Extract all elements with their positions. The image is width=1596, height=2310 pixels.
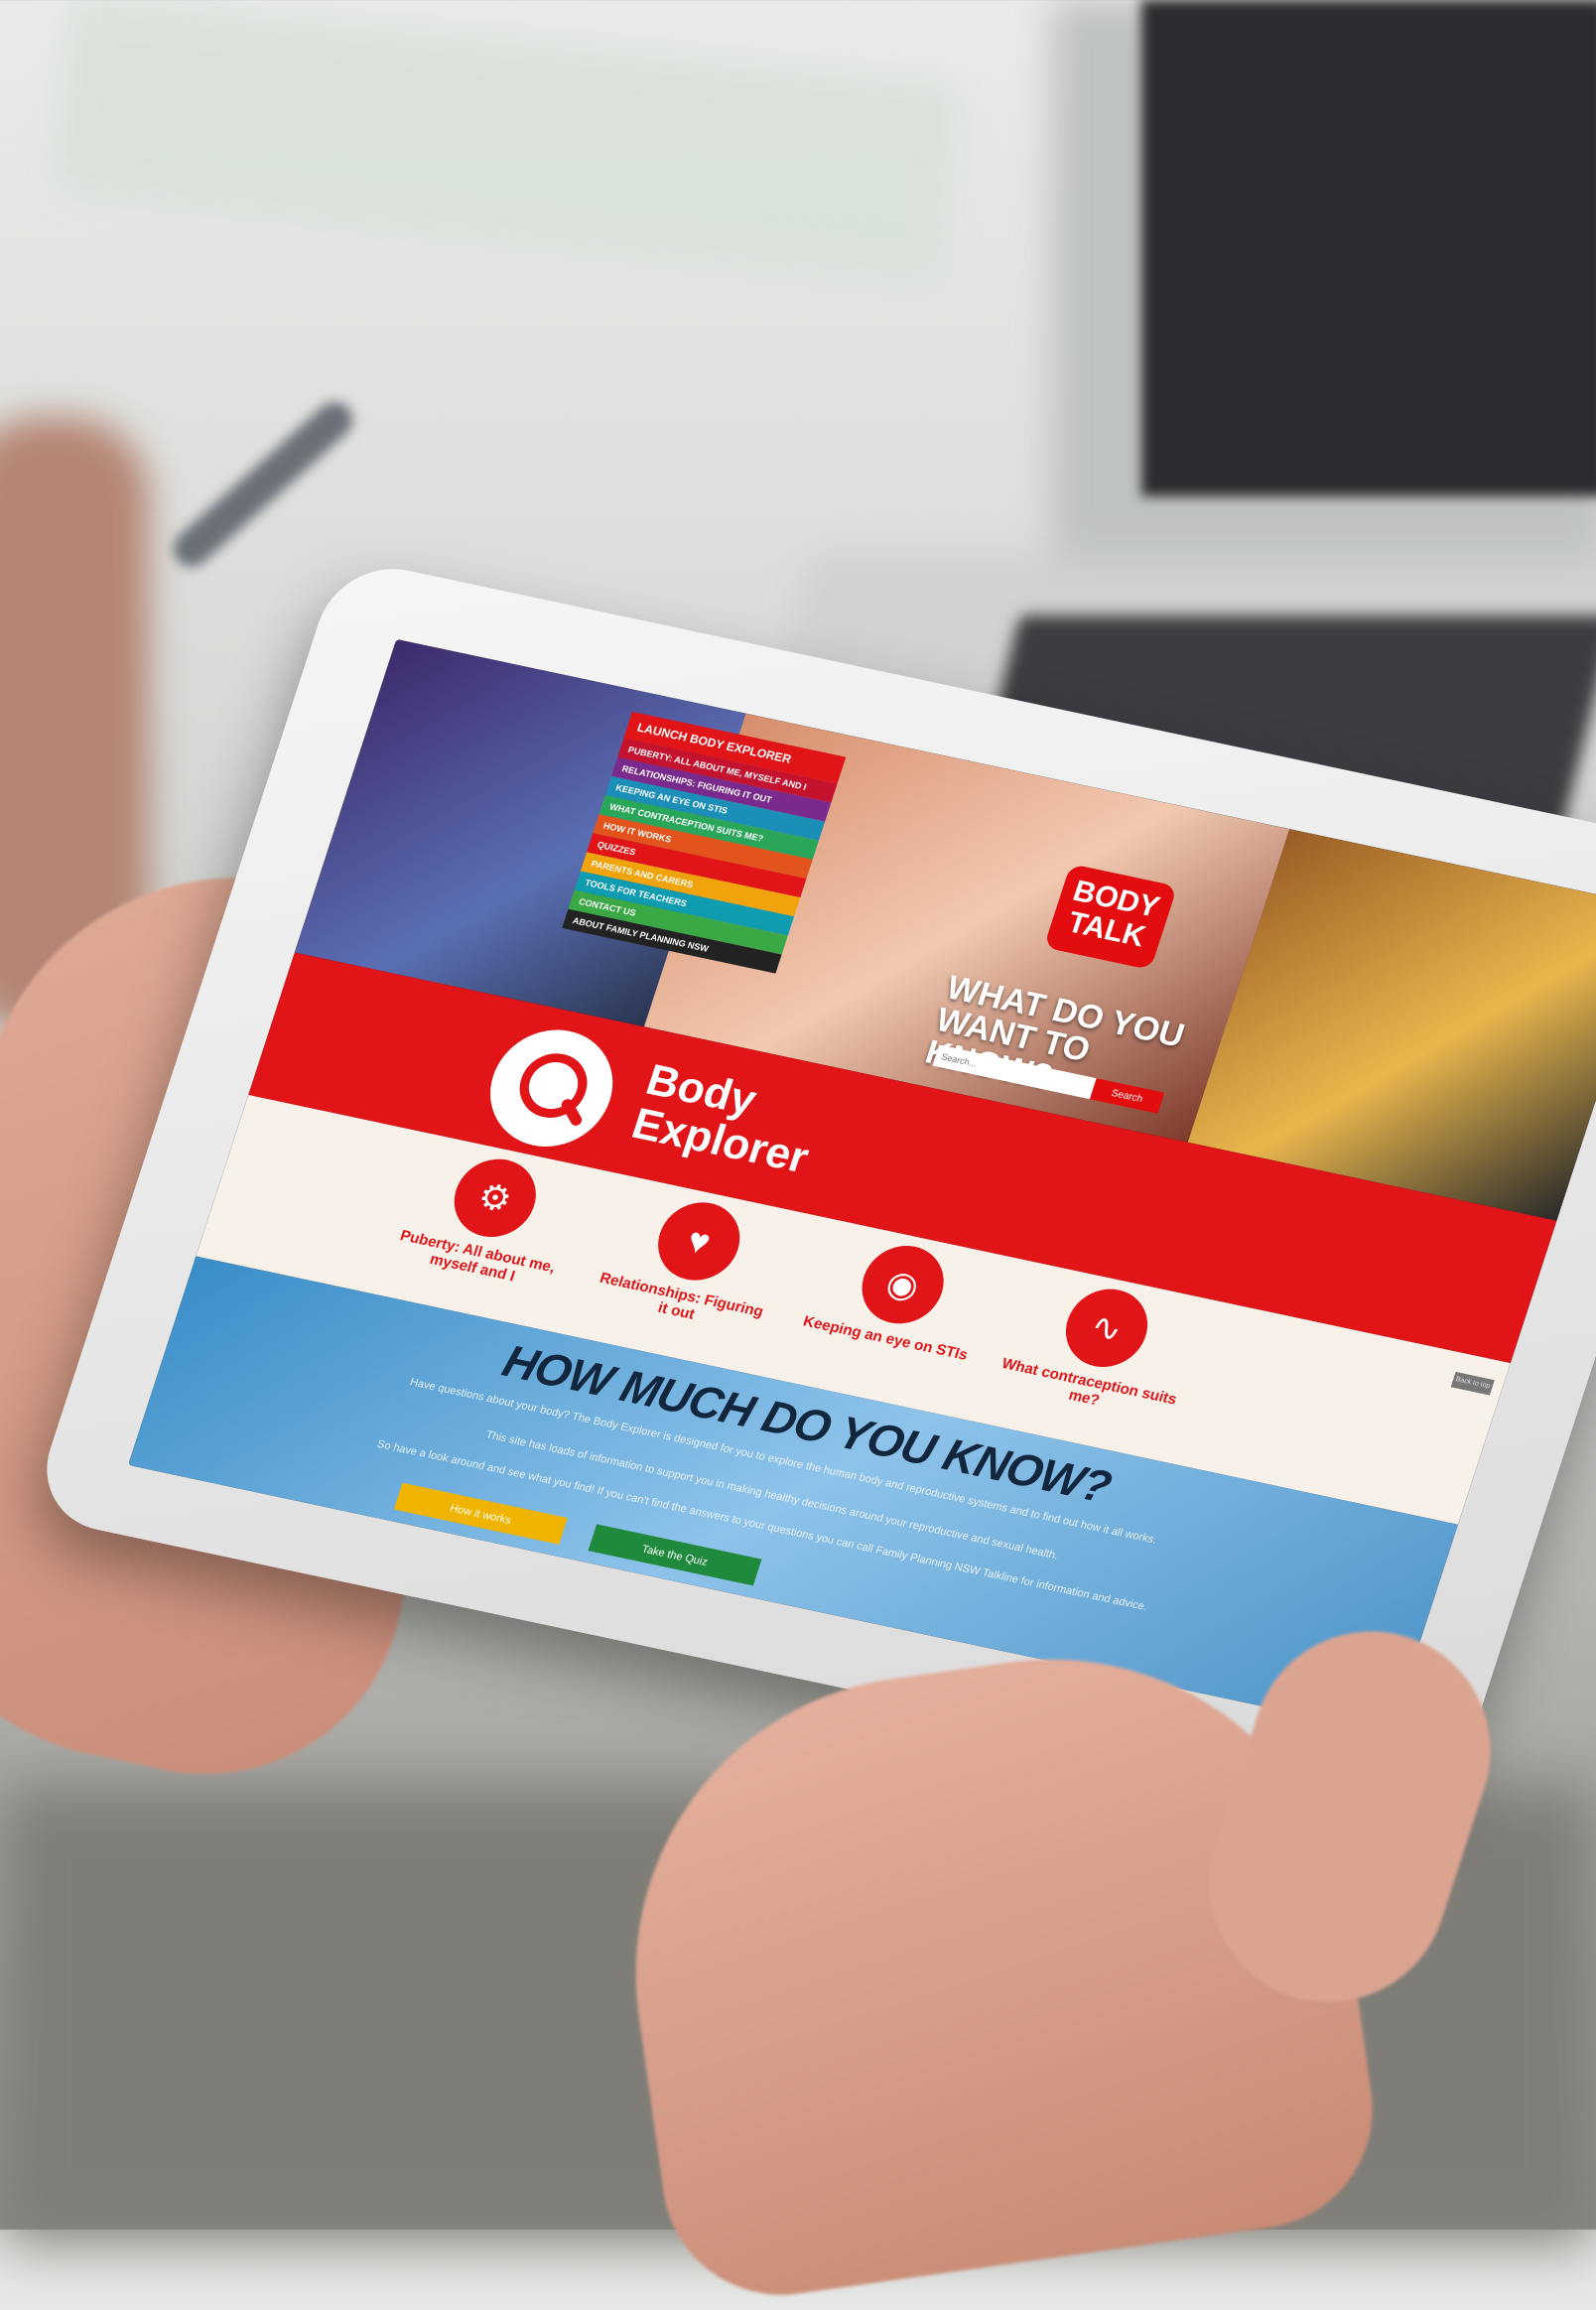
- topic-label: Puberty: All about me, myself and I: [397, 1227, 558, 1286]
- sperm-icon: ∿: [1055, 1282, 1158, 1375]
- take-the-quiz-button[interactable]: Take the Quiz: [588, 1524, 762, 1586]
- background-notebook: [52, 0, 961, 285]
- back-to-top-button[interactable]: Back to top: [1450, 1371, 1495, 1396]
- topic-relationships[interactable]: ♥ Relationships: Figuring it out: [587, 1185, 799, 1338]
- background-pen: [166, 394, 360, 575]
- magnifier-icon[interactable]: [474, 1019, 628, 1158]
- topic-contraception[interactable]: ∿ What contraception suits me?: [995, 1272, 1207, 1425]
- tablet-screen: LAUNCH BODY EXPLORER PUBERTY: ALL ABOUT …: [128, 638, 1596, 1734]
- topic-stis[interactable]: ◉ Keeping an eye on STIs: [795, 1228, 1002, 1365]
- head-gears-icon: ⚙: [444, 1152, 547, 1245]
- topic-label: What contraception suits me?: [999, 1355, 1179, 1410]
- eye-icon: ◉: [852, 1238, 955, 1331]
- topic-puberty[interactable]: ⚙ Puberty: All about me, myself and I: [382, 1142, 595, 1294]
- topic-label: Relationships: Figuring it out: [598, 1269, 766, 1323]
- heart-hands-icon: ♥: [647, 1194, 750, 1289]
- how-it-works-button[interactable]: How it works: [393, 1482, 568, 1545]
- body-explorer-title[interactable]: Body Explorer: [626, 1055, 828, 1182]
- background-laptop-screen: [1141, 0, 1596, 496]
